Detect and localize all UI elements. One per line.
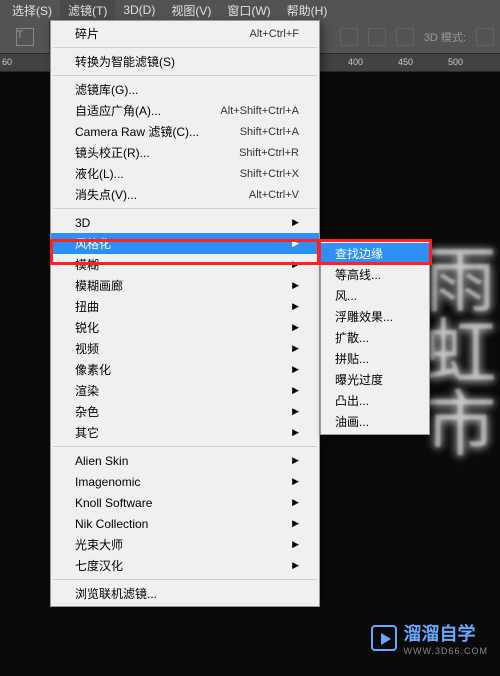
submenu-arrow-icon: ▶: [292, 518, 299, 529]
menu-filter[interactable]: 滤镜(T): [60, 0, 115, 21]
submenu-arrow-icon: ▶: [292, 364, 299, 375]
align-icon[interactable]: [368, 28, 386, 46]
submenu-item-extrude[interactable]: 凸出...: [321, 390, 429, 411]
menu-separator: [53, 47, 317, 48]
menu-item-blur-gallery[interactable]: 模糊画廊▶: [51, 275, 319, 296]
menu-item-liquify[interactable]: 液化(L)...Shift+Ctrl+X: [51, 163, 319, 184]
submenu-item-solarize[interactable]: 曝光过度: [321, 369, 429, 390]
menu-separator: [53, 208, 317, 209]
watermark: 溜溜自学 WWW.3D66.COM: [371, 620, 488, 656]
type-tool-icon: T: [16, 28, 34, 46]
menu-item-adaptive-wide[interactable]: 自适应广角(A)...Alt+Shift+Ctrl+A: [51, 100, 319, 121]
menu-item-knoll[interactable]: Knoll Software▶: [51, 492, 319, 513]
ruler-mark: 500: [448, 57, 463, 67]
submenu-arrow-icon: ▶: [292, 455, 299, 466]
menu-item-filter-gallery[interactable]: 滤镜库(G)...: [51, 79, 319, 100]
menu-window[interactable]: 窗口(W): [219, 0, 278, 21]
stylize-submenu: 查找边缘 等高线... 风... 浮雕效果... 扩散... 拼贴... 曝光过…: [320, 240, 430, 435]
menu-item-render[interactable]: 渲染▶: [51, 380, 319, 401]
menu-item-distort[interactable]: 扭曲▶: [51, 296, 319, 317]
watermark-main: 溜溜自学: [403, 624, 475, 644]
menu-item-stylize[interactable]: 风格化▶: [51, 233, 319, 254]
submenu-arrow-icon: ▶: [292, 259, 299, 270]
submenu-arrow-icon: ▶: [292, 217, 299, 228]
submenu-item-contour[interactable]: 等高线...: [321, 264, 429, 285]
warp-text-icon[interactable]: [340, 28, 358, 46]
submenu-arrow-icon: ▶: [292, 427, 299, 438]
submenu-arrow-icon: ▶: [292, 301, 299, 312]
menu-separator: [53, 446, 317, 447]
submenu-arrow-icon: ▶: [292, 539, 299, 550]
ruler-mark: 60: [2, 57, 12, 67]
submenu-item-tiles[interactable]: 拼贴...: [321, 348, 429, 369]
menu-item-pixelate[interactable]: 像素化▶: [51, 359, 319, 380]
submenu-arrow-icon: ▶: [292, 343, 299, 354]
mode-icon-1[interactable]: [476, 28, 494, 46]
menu-item-alienskin[interactable]: Alien Skin▶: [51, 450, 319, 471]
menu-item-video[interactable]: 视频▶: [51, 338, 319, 359]
submenu-item-oilpaint[interactable]: 油画...: [321, 411, 429, 432]
submenu-arrow-icon: ▶: [292, 322, 299, 333]
ruler-mark: 450: [398, 57, 413, 67]
submenu-arrow-icon: ▶: [292, 385, 299, 396]
submenu-arrow-icon: ▶: [292, 497, 299, 508]
menu-separator: [53, 75, 317, 76]
filter-menu: 碎片 Alt+Ctrl+F 转换为智能滤镜(S) 滤镜库(G)... 自适应广角…: [50, 20, 320, 607]
panels-icon[interactable]: [396, 28, 414, 46]
submenu-item-emboss[interactable]: 浮雕效果...: [321, 306, 429, 327]
menu-item-nik[interactable]: Nik Collection▶: [51, 513, 319, 534]
menubar: 选择(S) 滤镜(T) 3D(D) 视图(V) 窗口(W) 帮助(H): [0, 0, 500, 20]
menu-item-last-filter[interactable]: 碎片 Alt+Ctrl+F: [51, 23, 319, 44]
menu-item-lightmaster[interactable]: 光束大师▶: [51, 534, 319, 555]
submenu-item-diffuse[interactable]: 扩散...: [321, 327, 429, 348]
tool-preset[interactable]: T: [0, 20, 50, 53]
watermark-sub: WWW.3D66.COM: [403, 646, 488, 656]
menu-3d[interactable]: 3D(D): [115, 1, 163, 19]
menu-item-7du[interactable]: 七度汉化▶: [51, 555, 319, 576]
submenu-arrow-icon: ▶: [292, 238, 299, 249]
menu-item-camera-raw[interactable]: Camera Raw 滤镜(C)...Shift+Ctrl+A: [51, 121, 319, 142]
submenu-item-wind[interactable]: 风...: [321, 285, 429, 306]
submenu-arrow-icon: ▶: [292, 560, 299, 571]
menu-item-vanishing-point[interactable]: 消失点(V)...Alt+Ctrl+V: [51, 184, 319, 205]
submenu-arrow-icon: ▶: [292, 476, 299, 487]
menu-item-other[interactable]: 其它▶: [51, 422, 319, 443]
menu-help[interactable]: 帮助(H): [279, 0, 336, 21]
menu-select[interactable]: 选择(S): [4, 0, 60, 21]
menu-item-sharpen[interactable]: 锐化▶: [51, 317, 319, 338]
menu-item-imagenomic[interactable]: Imagenomic▶: [51, 471, 319, 492]
ruler-mark: 400: [348, 57, 363, 67]
submenu-arrow-icon: ▶: [292, 406, 299, 417]
submenu-item-find-edges[interactable]: 查找边缘: [321, 243, 429, 264]
menu-item-browse-online[interactable]: 浏览联机滤镜...: [51, 583, 319, 604]
menu-item-convert-smart[interactable]: 转换为智能滤镜(S): [51, 51, 319, 72]
menu-item-blur[interactable]: 模糊▶: [51, 254, 319, 275]
menu-separator: [53, 579, 317, 580]
menu-view[interactable]: 视图(V): [163, 0, 219, 21]
menu-item-noise[interactable]: 杂色▶: [51, 401, 319, 422]
menu-item-lens-correction[interactable]: 镜头校正(R)...Shift+Ctrl+R: [51, 142, 319, 163]
toolbar-right-cluster: 3D 模式:: [340, 20, 494, 53]
submenu-arrow-icon: ▶: [292, 280, 299, 291]
mode-label: 3D 模式:: [424, 29, 466, 45]
menu-item-3d[interactable]: 3D▶: [51, 212, 319, 233]
play-icon: [371, 625, 397, 651]
